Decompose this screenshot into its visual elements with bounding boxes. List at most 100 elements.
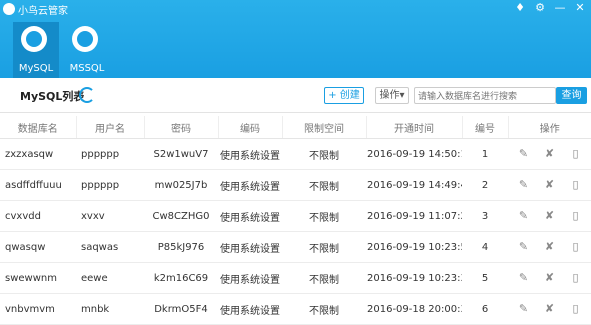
minimize-icon[interactable]: —	[553, 1, 567, 14]
table-cell: asdffdffuuu	[0, 169, 76, 201]
column-header[interactable]: 用户名	[76, 116, 145, 139]
tab-mysql[interactable]: MySQL	[13, 22, 59, 78]
table-cell: DkrmO5F4	[144, 293, 218, 325]
table-cell: 使用系统设置	[218, 293, 282, 325]
edit-icon[interactable]: ✎	[518, 272, 530, 284]
table-cell: 4	[462, 231, 508, 263]
refresh-icon[interactable]	[79, 87, 95, 103]
edit-icon[interactable]: ✎	[518, 148, 530, 160]
table-cell: swewwnm	[0, 262, 76, 294]
row-actions: ✎ ✘ ▯	[508, 200, 591, 232]
close-icon[interactable]: ✕	[573, 1, 587, 14]
column-header[interactable]: 限制空间	[282, 116, 367, 139]
tab-mssql-label: MSSQL	[69, 63, 105, 74]
title-bar: 小鸟云管家 ♦ ⚙ — ✕ MySQL MSSQL	[0, 0, 591, 78]
table-cell: 不限制	[282, 169, 366, 201]
table-cell: 不限制	[282, 200, 366, 232]
table-cell: 2016-09-19 14:50:11	[366, 138, 462, 170]
mysql-dolphin-icon	[21, 26, 47, 52]
table-cell: mnbk	[76, 293, 144, 325]
edit-icon[interactable]: ✎	[518, 210, 530, 222]
table-cell: 不限制	[282, 231, 366, 263]
app-title: 小鸟云管家	[18, 6, 68, 17]
table-cell: 6	[462, 293, 508, 325]
row-actions: ✎ ✘ ▯	[508, 231, 591, 263]
table-cell: pppppp	[76, 169, 144, 201]
delete-icon[interactable]: ▯	[570, 210, 582, 222]
table-cell: S2w1wuV7	[144, 138, 218, 170]
table-cell: 2016-09-19 11:07:21	[366, 200, 462, 232]
list-title: MySQL列表	[20, 90, 85, 103]
column-header[interactable]: 密码	[144, 116, 219, 139]
table-row[interactable]: zxzxasqw pppppp S2w1wuV7 使用系统设置 不限制 2016-09-1…	[0, 138, 591, 170]
table-cell: pppppp	[76, 138, 144, 170]
tools-icon[interactable]: ✘	[544, 148, 556, 160]
table-cell: eewe	[76, 262, 144, 294]
row-actions: ✎ ✘ ▯	[508, 293, 591, 325]
table-cell: 使用系统设置	[218, 169, 282, 201]
table-cell: cvxvdd	[0, 200, 76, 232]
search-button[interactable]: 查询	[556, 87, 587, 104]
table-cell: 使用系统设置	[218, 138, 282, 170]
table-cell: qwasqw	[0, 231, 76, 263]
row-actions: ✎ ✘ ▯	[508, 169, 591, 201]
table-cell: vnbvmvm	[0, 293, 76, 325]
tools-icon[interactable]: ✘	[544, 241, 556, 253]
table-row[interactable]: vnbvmvm mnbk DkrmO5F4 使用系统设置 不限制 2016-09-18 2…	[0, 293, 591, 325]
operation-dropdown[interactable]: 操作▾	[375, 87, 409, 104]
mssql-icon	[72, 26, 98, 52]
tools-icon[interactable]: ✘	[544, 272, 556, 284]
table-cell: 使用系统设置	[218, 200, 282, 232]
window-controls: ♦ ⚙ — ✕	[513, 1, 587, 14]
search-input[interactable]	[414, 87, 556, 104]
row-actions: ✎ ✘ ▯	[508, 138, 591, 170]
table-cell: 2016-09-19 10:23:51	[366, 231, 462, 263]
tools-icon[interactable]: ✘	[544, 303, 556, 315]
table-cell: 3	[462, 200, 508, 232]
table-cell: 2016-09-18 20:00:36	[366, 293, 462, 325]
gear-icon[interactable]: ⚙	[533, 1, 547, 14]
column-header[interactable]: 开通时间	[366, 116, 463, 139]
column-header[interactable]: 编码	[218, 116, 283, 139]
column-header[interactable]: 编号	[462, 116, 509, 139]
edit-icon[interactable]: ✎	[518, 303, 530, 315]
delete-icon[interactable]: ▯	[570, 241, 582, 253]
table-cell: P85kJ976	[144, 231, 218, 263]
table-cell: 不限制	[282, 293, 366, 325]
table-cell: saqwas	[76, 231, 144, 263]
table-cell: 1	[462, 138, 508, 170]
table-cell: 使用系统设置	[218, 262, 282, 294]
create-button[interactable]: + 创建	[324, 87, 364, 104]
table-row[interactable]: cvxvdd xvxv Cw8CZHG0 使用系统设置 不限制 2016-09-19 11…	[0, 200, 591, 232]
delete-icon[interactable]: ▯	[570, 272, 582, 284]
table-cell: 不限制	[282, 262, 366, 294]
table-cell: 不限制	[282, 138, 366, 170]
table-header-row: 数据库名 用户名 密码 编码 限制空间 开通时间 编号 操作	[0, 116, 591, 139]
table-cell: 使用系统设置	[218, 231, 282, 263]
shirt-icon[interactable]: ♦	[513, 1, 527, 14]
table-cell: 2016-09-19 10:23:37	[366, 262, 462, 294]
table-cell: xvxv	[76, 200, 144, 232]
tab-mssql[interactable]: MSSQL	[64, 22, 110, 78]
table-row[interactable]: asdffdffuuu pppppp mw025J7b 使用系统设置 不限制 2016-0…	[0, 169, 591, 201]
table-cell: zxzxasqw	[0, 138, 76, 170]
app-logo	[3, 3, 15, 15]
column-header[interactable]: 数据库名	[0, 116, 77, 139]
row-actions: ✎ ✘ ▯	[508, 262, 591, 294]
tools-icon[interactable]: ✘	[544, 210, 556, 222]
edit-icon[interactable]: ✎	[518, 179, 530, 191]
table-row[interactable]: swewwnm eewe k2m16C69 使用系统设置 不限制 2016-09-19 1…	[0, 262, 591, 294]
delete-icon[interactable]: ▯	[570, 148, 582, 160]
delete-icon[interactable]: ▯	[570, 179, 582, 191]
table-row[interactable]: qwasqw saqwas P85kJ976 使用系统设置 不限制 2016-09-19 …	[0, 231, 591, 263]
tab-mysql-label: MySQL	[18, 63, 54, 74]
column-header: 操作	[508, 116, 591, 139]
table-cell: Cw8CZHG0	[144, 200, 218, 232]
table-cell: mw025J7b	[144, 169, 218, 201]
edit-icon[interactable]: ✎	[518, 241, 530, 253]
table-cell: 2016-09-19 14:49:46	[366, 169, 462, 201]
delete-icon[interactable]: ▯	[570, 303, 582, 315]
table-cell: 2	[462, 169, 508, 201]
toolbar: MySQL列表 + 创建 操作▾ 查询	[0, 78, 591, 113]
tools-icon[interactable]: ✘	[544, 179, 556, 191]
